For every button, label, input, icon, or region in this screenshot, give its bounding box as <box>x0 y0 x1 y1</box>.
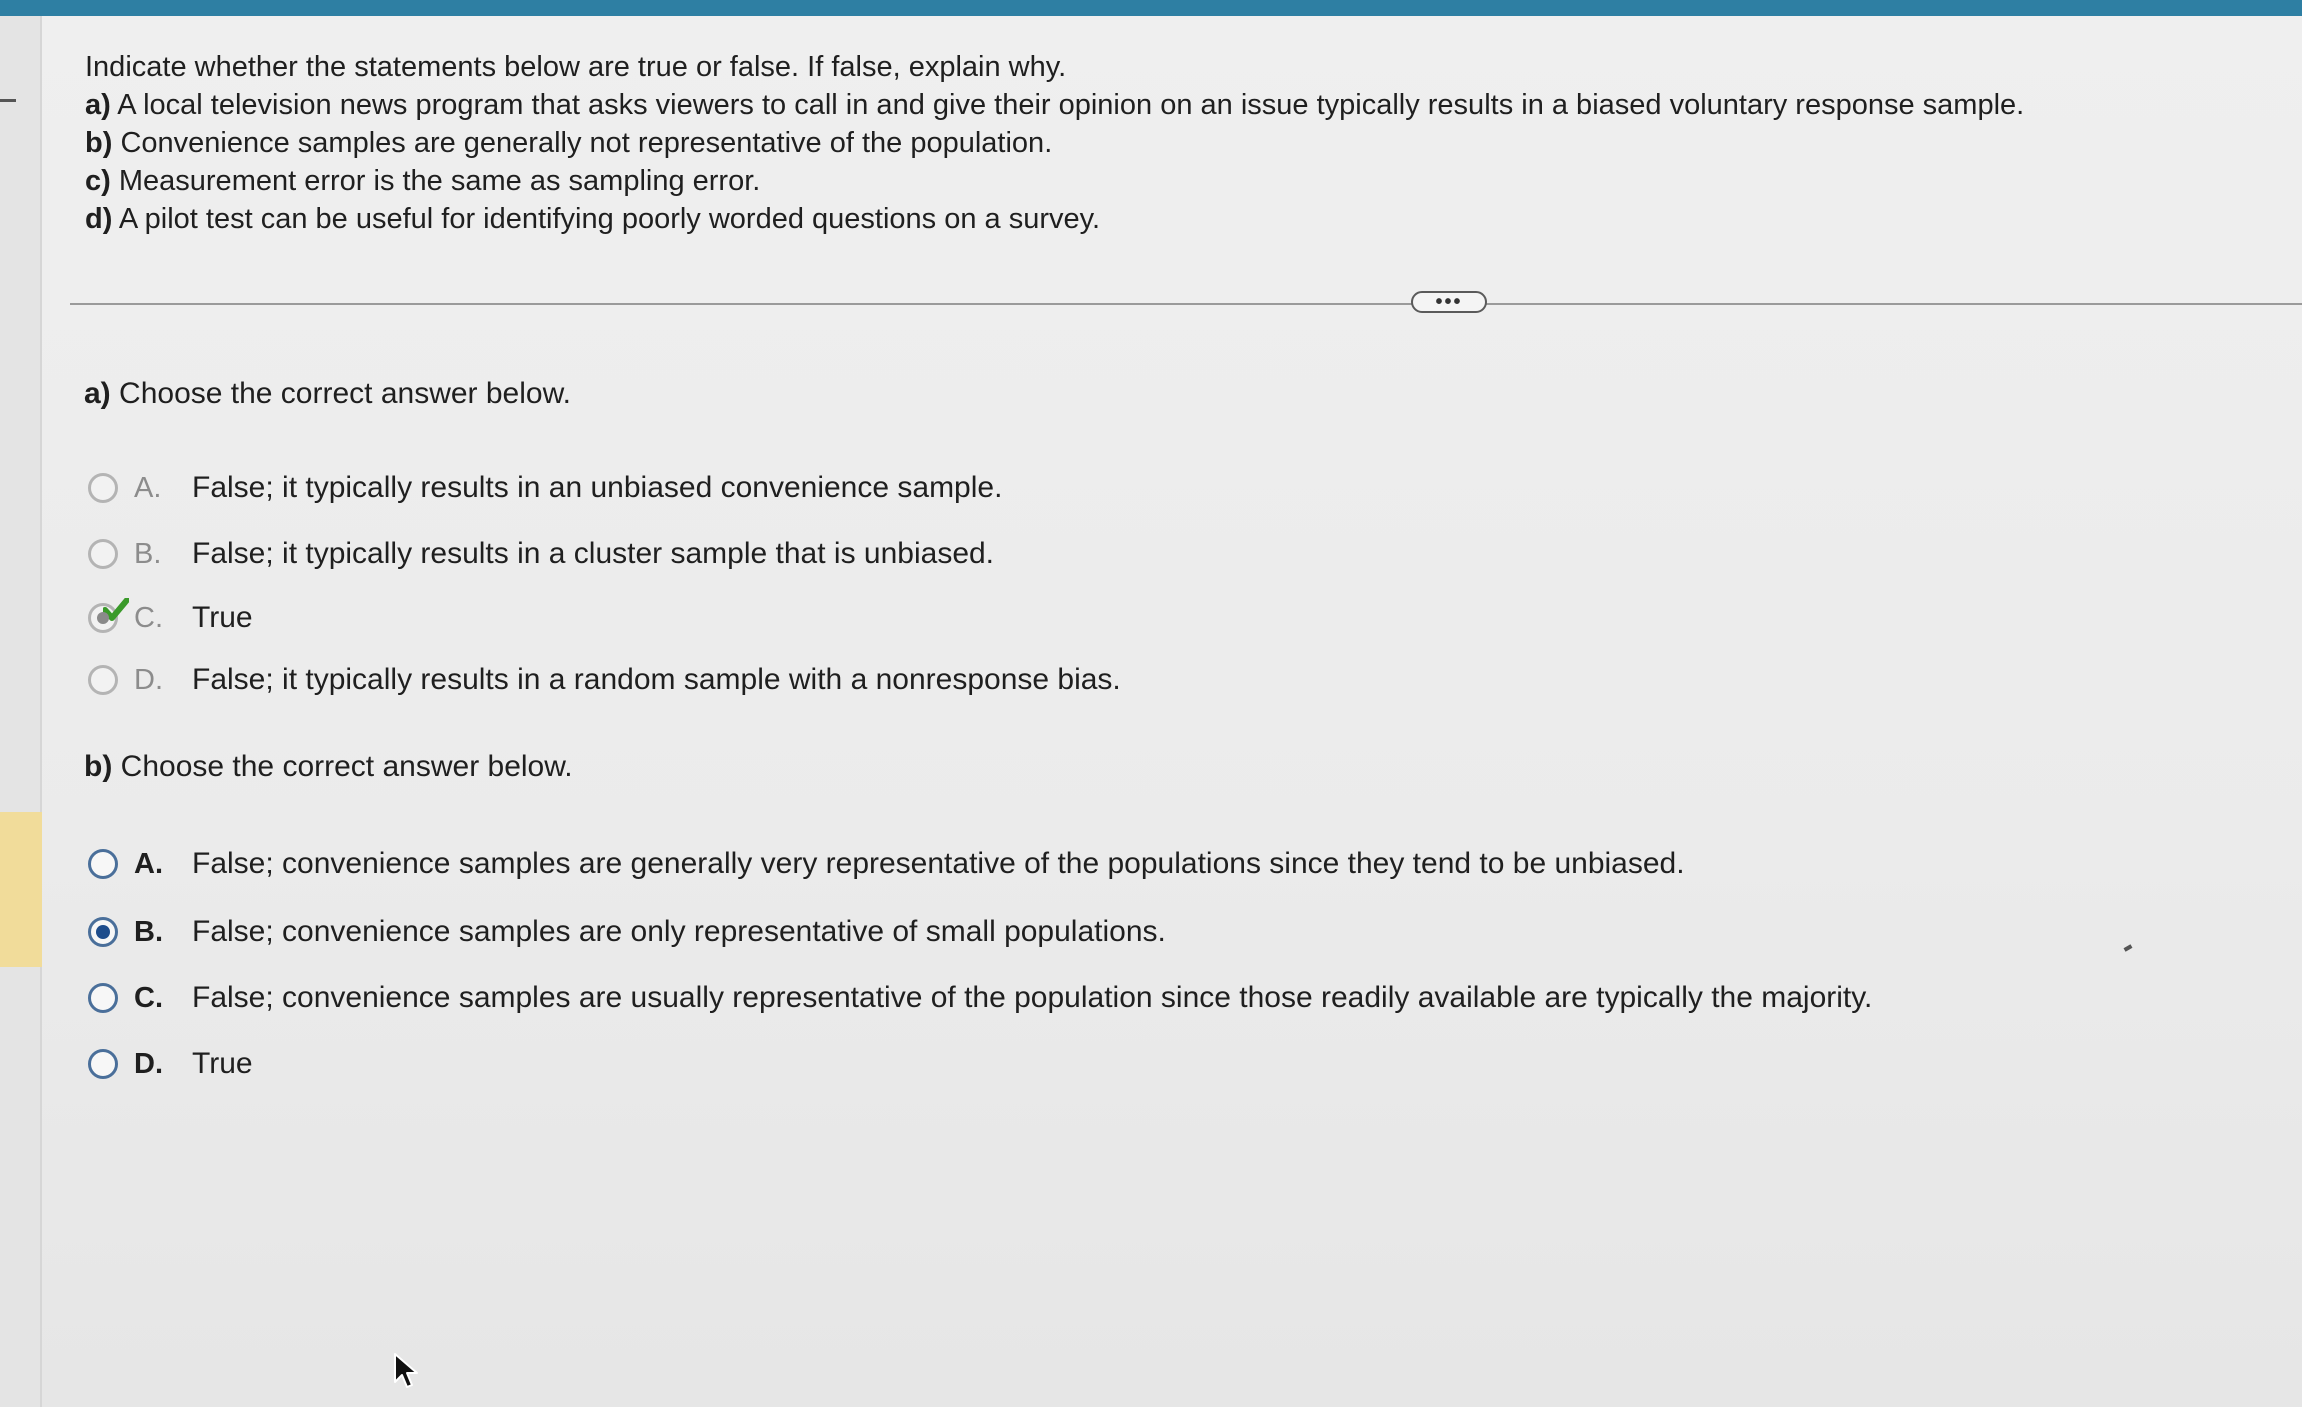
left-gutter <box>0 16 42 1407</box>
cursor-icon <box>394 1353 418 1388</box>
part-heading-text: Choose the correct answer below. <box>119 377 571 410</box>
part-a-option-d[interactable]: D. False; it typically results in a rand… <box>88 658 1121 702</box>
statement-text: Measurement error is the same as samplin… <box>118 165 761 197</box>
statement-text: Convenience samples are generally not re… <box>120 127 1053 159</box>
part-b-heading: b) Choose the correct answer below. <box>84 747 573 787</box>
radio-button[interactable] <box>88 539 118 569</box>
option-letter: D. <box>134 1047 163 1080</box>
radio-button[interactable] <box>88 849 118 879</box>
part-a-option-b[interactable]: B. False; it typically results in a clus… <box>88 532 994 576</box>
statement-a: a) A local television news program that … <box>85 86 2235 124</box>
radio-button[interactable] <box>88 917 118 947</box>
part-b-option-a[interactable]: A. False; convenience samples are genera… <box>88 842 1685 886</box>
option-text: False; convenience samples are only repr… <box>192 915 1166 948</box>
option-text: True <box>192 601 253 634</box>
question-intro: Indicate whether the statements below ar… <box>85 51 1067 83</box>
option-letter: A. <box>134 471 162 504</box>
radio-button[interactable] <box>88 473 118 503</box>
statement-text: A local television news program that ask… <box>117 89 2025 121</box>
option-text: False; it typically results in a cluster… <box>192 537 995 570</box>
top-bar <box>0 0 2302 16</box>
option-text: False; convenience samples are usually r… <box>192 981 1873 1014</box>
question-stem: Indicate whether the statements below ar… <box>85 48 2235 238</box>
option-letter: C. <box>134 981 163 1014</box>
radio-button[interactable] <box>88 665 118 695</box>
option-letter: C. <box>134 601 163 634</box>
part-heading-text: Choose the correct answer below. <box>120 750 573 783</box>
radio-button[interactable] <box>88 598 129 633</box>
option-letter: D. <box>134 663 163 696</box>
option-text: False; convenience samples are generally… <box>192 847 1685 880</box>
option-text: False; it typically results in an unbias… <box>192 471 1003 504</box>
part-a-option-a[interactable]: A. False; it typically results in an unb… <box>88 466 1002 510</box>
statement-b: b) Convenience samples are generally not… <box>85 124 2235 162</box>
part-b-option-c[interactable]: C. False; convenience samples are usuall… <box>88 976 1872 1020</box>
part-b-section: b) Choose the correct answer below. <box>84 747 573 787</box>
part-letter: b) <box>84 750 113 783</box>
gutter-dash <box>0 99 16 102</box>
check-icon <box>103 598 129 621</box>
statement-text: A pilot test can be useful for identifyi… <box>118 203 1101 235</box>
statement-letter: d) <box>85 203 113 235</box>
option-letter: B. <box>134 915 163 948</box>
part-a-section: a) Choose the correct answer below. <box>84 374 571 414</box>
statement-letter: a) <box>85 89 111 121</box>
option-letter: A. <box>134 847 163 880</box>
option-letter: B. <box>134 537 162 570</box>
option-text: False; it typically results in a random … <box>192 663 1121 696</box>
part-b-option-d[interactable]: D. True <box>88 1042 253 1086</box>
part-b-option-b[interactable]: B. False; convenience samples are only r… <box>88 910 1166 954</box>
radio-button[interactable] <box>88 1049 118 1079</box>
part-a-option-c[interactable]: C. True <box>88 596 253 640</box>
statement-letter: c) <box>85 165 111 197</box>
radio-button[interactable] <box>88 983 118 1013</box>
expand-more-button[interactable]: ••• <box>1411 291 1487 313</box>
statement-d: d) A pilot test can be useful for identi… <box>85 200 2235 238</box>
section-divider <box>70 303 2302 305</box>
statement-c: c) Measurement error is the same as samp… <box>85 162 2235 200</box>
part-letter: a) <box>84 377 111 410</box>
statement-letter: b) <box>85 127 113 159</box>
option-text: True <box>192 1047 253 1080</box>
current-question-marker <box>0 812 42 967</box>
part-a-heading: a) Choose the correct answer below. <box>84 374 571 414</box>
